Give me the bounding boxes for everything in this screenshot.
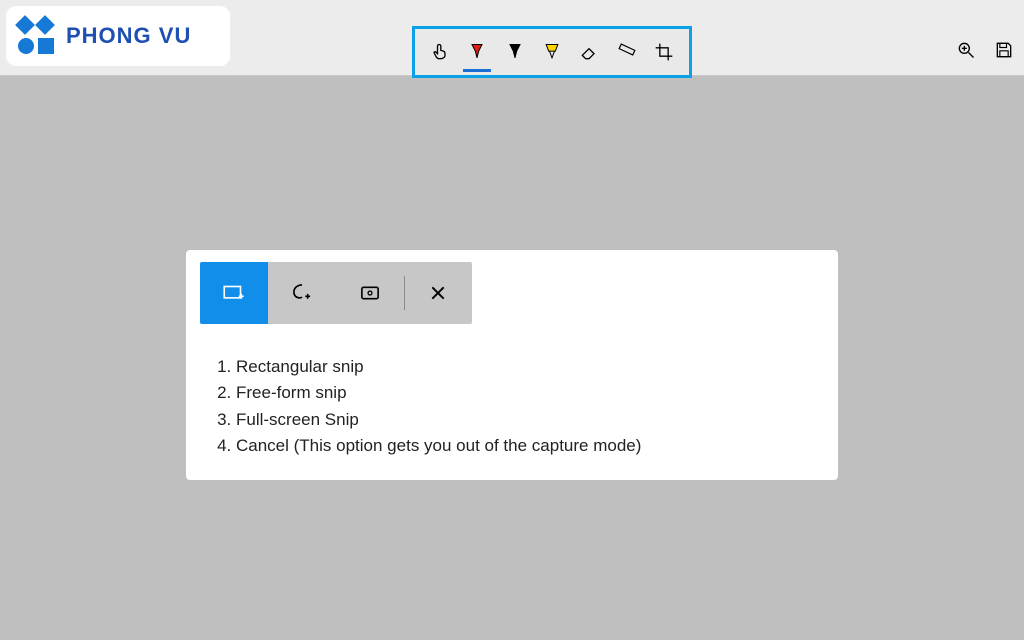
topbar: PHONG VU [0, 0, 1024, 76]
touch-tool[interactable] [424, 30, 456, 74]
freeform-snip-button[interactable] [268, 262, 336, 324]
eraser-tool[interactable] [573, 30, 605, 74]
fullscreen-snip-icon [357, 280, 383, 306]
crop-icon [654, 42, 674, 62]
right-toolbar [956, 40, 1014, 60]
close-snip-button[interactable] [404, 262, 472, 324]
highlighter-tool[interactable] [536, 30, 568, 74]
freeform-snip-icon [289, 280, 315, 306]
rectangular-snip-button[interactable] [200, 262, 268, 324]
pen-black-tool[interactable] [499, 30, 531, 74]
pen-black-icon [505, 42, 525, 62]
list-item: Rectangular snip [236, 354, 641, 380]
crop-tool[interactable] [648, 30, 680, 74]
save-icon[interactable] [994, 40, 1014, 60]
snip-modes-list: Rectangular snip Free-form snip Full-scr… [218, 354, 641, 459]
brand-logo: PHONG VU [6, 6, 230, 66]
hand-touch-icon [430, 42, 450, 62]
snip-mode-toolbar [200, 262, 472, 324]
list-item: Full-screen Snip [236, 407, 641, 433]
eraser-icon [579, 42, 599, 62]
brand-name: PHONG VU [66, 23, 191, 49]
zoom-icon[interactable] [956, 40, 976, 60]
pen-red-icon [467, 42, 487, 62]
annotation-toolbar [412, 26, 692, 78]
ruler-tool[interactable] [611, 30, 643, 74]
brand-mark-icon [16, 16, 56, 56]
highlighter-icon [542, 42, 562, 62]
pen-red-tool[interactable] [461, 30, 493, 74]
close-icon [425, 280, 451, 306]
list-item: Free-form snip [236, 380, 641, 406]
rectangle-snip-icon [221, 280, 247, 306]
ruler-icon [617, 42, 637, 62]
list-item: Cancel (This option gets you out of the … [236, 433, 641, 459]
fullscreen-snip-button[interactable] [336, 262, 404, 324]
snip-modes-card: Rectangular snip Free-form snip Full-scr… [186, 250, 838, 480]
